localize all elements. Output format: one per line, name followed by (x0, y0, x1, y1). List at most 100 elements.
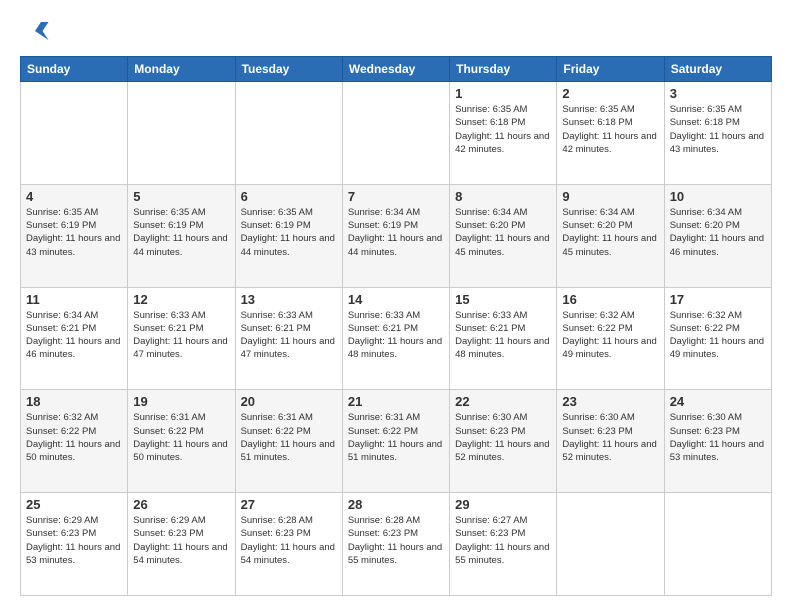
calendar-cell: 18Sunrise: 6:32 AM Sunset: 6:22 PM Dayli… (21, 390, 128, 493)
calendar-cell: 4Sunrise: 6:35 AM Sunset: 6:19 PM Daylig… (21, 184, 128, 287)
logo-icon (20, 16, 50, 46)
day-number: 19 (133, 394, 229, 409)
calendar-week-3: 18Sunrise: 6:32 AM Sunset: 6:22 PM Dayli… (21, 390, 772, 493)
day-info: Sunrise: 6:35 AM Sunset: 6:19 PM Dayligh… (133, 206, 229, 259)
day-number: 26 (133, 497, 229, 512)
day-info: Sunrise: 6:32 AM Sunset: 6:22 PM Dayligh… (670, 309, 766, 362)
day-number: 15 (455, 292, 551, 307)
day-number: 27 (241, 497, 337, 512)
calendar-cell (557, 493, 664, 596)
calendar-week-2: 11 Sunrise: 6:34 AM Sunset: 6:21 PM Dayli… (21, 287, 772, 390)
logo (20, 16, 54, 46)
calendar-cell (342, 82, 449, 185)
day-number: 9 (562, 189, 658, 204)
calendar-cell: 15Sunrise: 6:33 AM Sunset: 6:21 PM Dayli… (450, 287, 557, 390)
calendar-table: SundayMondayTuesdayWednesdayThursdayFrid… (20, 56, 772, 596)
day-info: Sunrise: 6:31 AM Sunset: 6:22 PM Dayligh… (133, 411, 229, 464)
calendar-cell: 22 Sunrise: 6:30 AM Sunset: 6:23 PM Dayli… (450, 390, 557, 493)
day-number: 12 (133, 292, 229, 307)
day-info: Sunrise: 6:35 AM Sunset: 6:18 PM Dayligh… (670, 103, 766, 156)
calendar-cell: 19 Sunrise: 6:31 AM Sunset: 6:22 PM Dayli… (128, 390, 235, 493)
calendar-cell: 26 Sunrise: 6:29 AM Sunset: 6:23 PM Dayli… (128, 493, 235, 596)
day-number: 11 (26, 292, 122, 307)
day-info: Sunrise: 6:34 AM Sunset: 6:19 PM Dayligh… (348, 206, 444, 259)
day-info: Sunrise: 6:29 AM Sunset: 6:23 PM Dayligh… (26, 514, 122, 567)
calendar-cell: 16 Sunrise: 6:32 AM Sunset: 6:22 PM Dayli… (557, 287, 664, 390)
day-number: 3 (670, 86, 766, 101)
day-number: 22 (455, 394, 551, 409)
day-info: Sunrise: 6:30 AM Sunset: 6:23 PM Dayligh… (455, 411, 551, 464)
day-number: 20 (241, 394, 337, 409)
calendar-cell: 2 Sunrise: 6:35 AM Sunset: 6:18 PM Daylig… (557, 82, 664, 185)
day-number: 4 (26, 189, 122, 204)
calendar-cell: 1Sunrise: 6:35 AM Sunset: 6:18 PM Daylig… (450, 82, 557, 185)
calendar-cell (21, 82, 128, 185)
day-number: 29 (455, 497, 551, 512)
calendar-cell (235, 82, 342, 185)
calendar-header: SundayMondayTuesdayWednesdayThursdayFrid… (21, 57, 772, 82)
day-number: 2 (562, 86, 658, 101)
calendar-week-1: 4 Sunrise: 6:35 AM Sunset: 6:19 PM Daylig… (21, 184, 772, 287)
day-info: Sunrise: 6:31 AM Sunset: 6:22 PM Dayligh… (241, 411, 337, 464)
day-info: Sunrise: 6:34 AM Sunset: 6:20 PM Dayligh… (670, 206, 766, 259)
calendar-cell: 21Sunrise: 6:31 AM Sunset: 6:22 PM Dayli… (342, 390, 449, 493)
day-info: Sunrise: 6:28 AM Sunset: 6:23 PM Dayligh… (348, 514, 444, 567)
calendar-cell: 23 Sunrise: 6:30 AM Sunset: 6:23 PM Dayli… (557, 390, 664, 493)
page: SundayMondayTuesdayWednesdayThursdayFrid… (0, 0, 792, 612)
day-info: Sunrise: 6:33 AM Sunset: 6:21 PM Dayligh… (133, 309, 229, 362)
day-number: 8 (455, 189, 551, 204)
calendar-cell: 25 Sunrise: 6:29 AM Sunset: 6:23 PM Dayli… (21, 493, 128, 596)
day-number: 13 (241, 292, 337, 307)
day-info: Sunrise: 6:32 AM Sunset: 6:22 PM Dayligh… (562, 309, 658, 362)
day-info: Sunrise: 6:27 AM Sunset: 6:23 PM Dayligh… (455, 514, 551, 567)
weekday-header-tuesday: Tuesday (235, 57, 342, 82)
weekday-header-row: SundayMondayTuesdayWednesdayThursdayFrid… (21, 57, 772, 82)
calendar-cell: 9 Sunrise: 6:34 AM Sunset: 6:20 PM Daylig… (557, 184, 664, 287)
day-number: 6 (241, 189, 337, 204)
day-info: Sunrise: 6:35 AM Sunset: 6:19 PM Dayligh… (241, 206, 337, 259)
day-number: 28 (348, 497, 444, 512)
day-info: Sunrise: 6:28 AM Sunset: 6:23 PM Dayligh… (241, 514, 337, 567)
day-number: 1 (455, 86, 551, 101)
day-number: 7 (348, 189, 444, 204)
calendar-cell: 5 Sunrise: 6:35 AM Sunset: 6:19 PM Daylig… (128, 184, 235, 287)
calendar-cell: 28 Sunrise: 6:28 AM Sunset: 6:23 PM Dayli… (342, 493, 449, 596)
weekday-header-friday: Friday (557, 57, 664, 82)
day-info: Sunrise: 6:33 AM Sunset: 6:21 PM Dayligh… (348, 309, 444, 362)
day-info: Sunrise: 6:34 AM Sunset: 6:20 PM Dayligh… (562, 206, 658, 259)
day-number: 16 (562, 292, 658, 307)
header (20, 16, 772, 46)
day-info: Sunrise: 6:35 AM Sunset: 6:18 PM Dayligh… (562, 103, 658, 156)
calendar-cell: 10 Sunrise: 6:34 AM Sunset: 6:20 PM Dayli… (664, 184, 771, 287)
calendar-cell: 7 Sunrise: 6:34 AM Sunset: 6:19 PM Daylig… (342, 184, 449, 287)
day-number: 25 (26, 497, 122, 512)
calendar-cell: 12 Sunrise: 6:33 AM Sunset: 6:21 PM Dayli… (128, 287, 235, 390)
weekday-header-wednesday: Wednesday (342, 57, 449, 82)
day-info: Sunrise: 6:30 AM Sunset: 6:23 PM Dayligh… (562, 411, 658, 464)
weekday-header-saturday: Saturday (664, 57, 771, 82)
day-info: Sunrise: 6:30 AM Sunset: 6:23 PM Dayligh… (670, 411, 766, 464)
calendar-cell: 14 Sunrise: 6:33 AM Sunset: 6:21 PM Dayli… (342, 287, 449, 390)
day-info: Sunrise: 6:33 AM Sunset: 6:21 PM Dayligh… (241, 309, 337, 362)
calendar-cell: 8 Sunrise: 6:34 AM Sunset: 6:20 PM Daylig… (450, 184, 557, 287)
day-info: Sunrise: 6:34 AM Sunset: 6:20 PM Dayligh… (455, 206, 551, 259)
day-info: Sunrise: 6:31 AM Sunset: 6:22 PM Dayligh… (348, 411, 444, 464)
weekday-header-thursday: Thursday (450, 57, 557, 82)
calendar-cell (128, 82, 235, 185)
calendar-cell: 3 Sunrise: 6:35 AM Sunset: 6:18 PM Daylig… (664, 82, 771, 185)
calendar-cell (664, 493, 771, 596)
calendar-cell: 24Sunrise: 6:30 AM Sunset: 6:23 PM Dayli… (664, 390, 771, 493)
day-number: 23 (562, 394, 658, 409)
day-number: 18 (26, 394, 122, 409)
calendar-cell: 11 Sunrise: 6:34 AM Sunset: 6:21 PM Dayli… (21, 287, 128, 390)
day-number: 5 (133, 189, 229, 204)
day-number: 14 (348, 292, 444, 307)
calendar-cell: 27 Sunrise: 6:28 AM Sunset: 6:23 PM Dayli… (235, 493, 342, 596)
day-info: Sunrise: 6:34 AM Sunset: 6:21 PM Dayligh… (26, 309, 122, 362)
calendar-cell: 17Sunrise: 6:32 AM Sunset: 6:22 PM Dayli… (664, 287, 771, 390)
calendar-week-0: 1 Sunrise: 6:35 AM Sunset: 6:18 PM Daylig… (21, 82, 772, 185)
day-number: 10 (670, 189, 766, 204)
calendar-week-4: 25 Sunrise: 6:29 AM Sunset: 6:23 PM Dayli… (21, 493, 772, 596)
calendar-cell: 29 Sunrise: 6:27 AM Sunset: 6:23 PM Dayli… (450, 493, 557, 596)
day-info: Sunrise: 6:29 AM Sunset: 6:23 PM Dayligh… (133, 514, 229, 567)
